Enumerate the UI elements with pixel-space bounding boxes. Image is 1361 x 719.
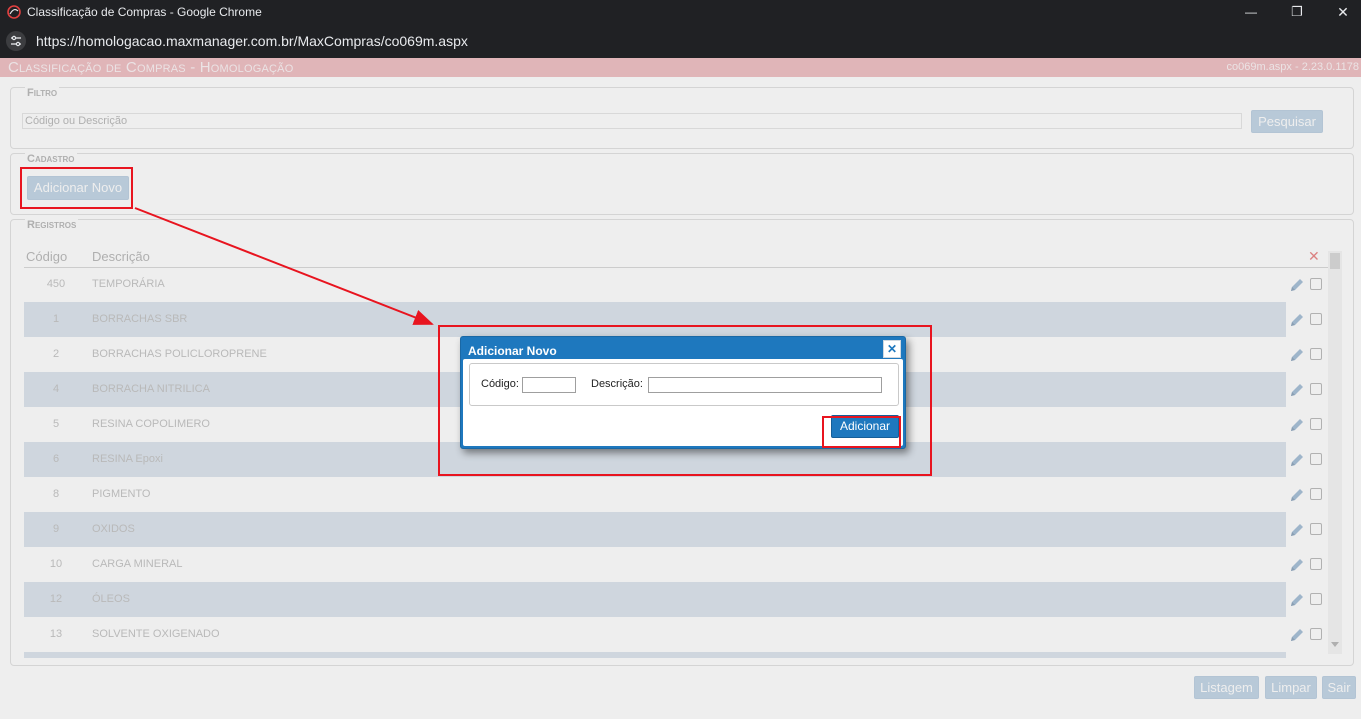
close-icon: ✕ xyxy=(886,342,898,356)
window-title: Classificação de Compras - Google Chrome xyxy=(27,5,262,19)
url-text[interactable]: https://homologacao.maxmanager.com.br/Ma… xyxy=(36,33,468,49)
close-icon: ✕ xyxy=(1337,3,1349,20)
browser-titlebar: Classificação de Compras - Google Chrome… xyxy=(0,0,1361,24)
close-window-button[interactable]: ✕ xyxy=(1320,0,1361,24)
restore-icon: ❐ xyxy=(1291,4,1303,19)
dialog-title: Adicionar Novo xyxy=(468,344,557,358)
dialog-body: Código: Descrição: Adicionar xyxy=(463,359,903,446)
minimize-icon: — xyxy=(1245,5,1257,19)
descricao-label: Descrição: xyxy=(591,378,643,390)
dialog-close-button[interactable]: ✕ xyxy=(883,340,901,358)
site-info-icon[interactable] xyxy=(6,31,26,51)
minimize-button[interactable]: — xyxy=(1228,0,1274,24)
address-bar[interactable]: https://homologacao.maxmanager.com.br/Ma… xyxy=(0,24,1361,58)
adicionar-button[interactable]: Adicionar xyxy=(831,415,899,438)
descricao-input[interactable] xyxy=(648,377,882,393)
add-new-dialog: Adicionar Novo ✕ Código: Descrição: Adic… xyxy=(460,336,906,449)
codigo-input[interactable] xyxy=(522,377,576,393)
chrome-app-icon xyxy=(7,5,21,19)
tune-icon xyxy=(11,35,21,47)
restore-button[interactable]: ❐ xyxy=(1274,0,1320,24)
dialog-form: Código: Descrição: xyxy=(469,363,899,406)
page: Classificação de Compras - Homologação c… xyxy=(0,58,1361,719)
codigo-label: Código: xyxy=(481,378,519,390)
